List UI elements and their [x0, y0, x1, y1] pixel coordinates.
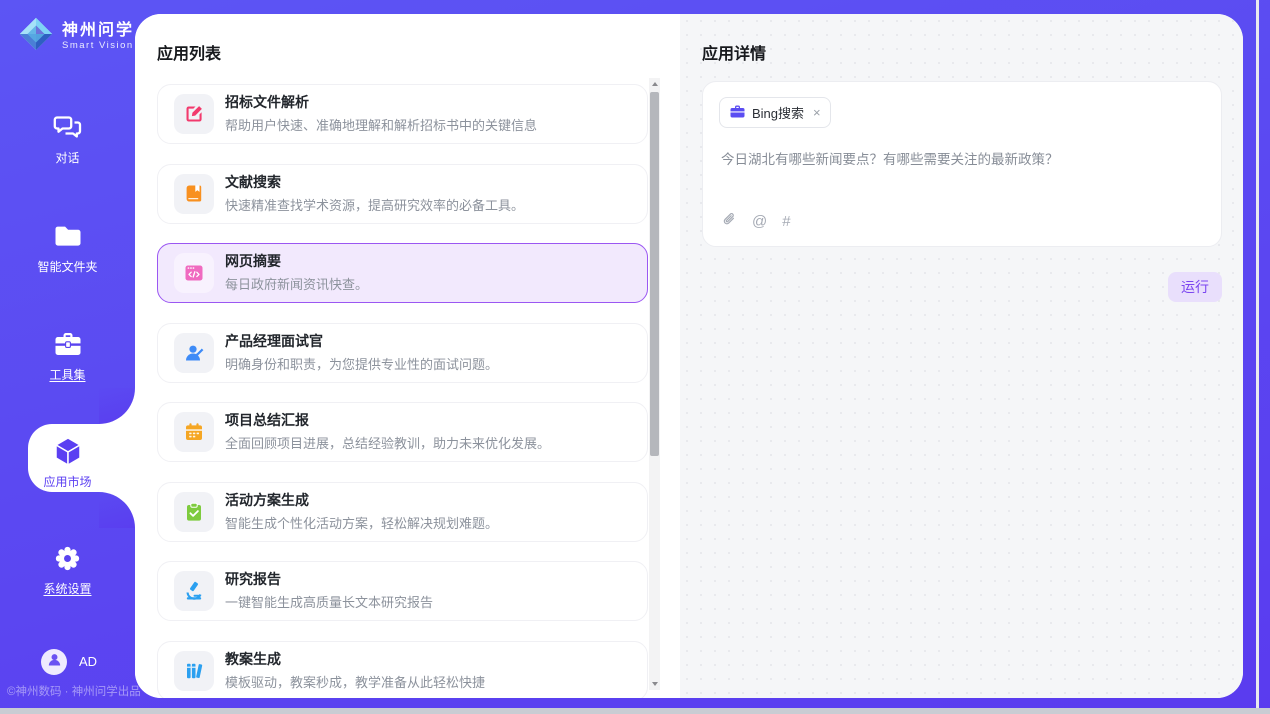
- chat-icon: [0, 112, 135, 142]
- logo-title: 神州问学: [62, 22, 134, 40]
- app-card-desc: 每日政府新闻资讯快查。: [225, 274, 368, 293]
- sidebar-item-label: 系统设置: [43, 580, 91, 597]
- tool-chip-label: Bing搜索: [752, 103, 804, 122]
- sidebar: 神州问学 Smart Vision 对话 智能文件夹: [0, 0, 135, 708]
- scrollbar-thumb[interactable]: [650, 92, 659, 456]
- app-card-title: 产品经理面试官: [225, 333, 498, 350]
- paperclip-icon[interactable]: [721, 211, 737, 233]
- app-list: 招标文件解析 帮助用户快速、准确地理解和解析招标书中的关键信息 文献搜索: [157, 84, 648, 698]
- sidebar-item-chat[interactable]: 对话: [0, 112, 135, 167]
- app-detail-title: 应用详情: [702, 40, 766, 64]
- book-icon: [174, 174, 214, 214]
- app-card-pm-interviewer[interactable]: 产品经理面试官 明确身份和职责，为您提供专业性的面试问题。: [157, 323, 648, 383]
- app-card-bid-analysis[interactable]: 招标文件解析 帮助用户快速、准确地理解和解析招标书中的关键信息: [157, 84, 648, 144]
- app-card-research-report[interactable]: 研究报告 一键智能生成高质量长文本研究报告: [157, 561, 648, 621]
- calendar-icon: [174, 412, 214, 452]
- scrollbar: [649, 78, 660, 690]
- app-logo: 神州问学 Smart Vision: [17, 15, 134, 58]
- app-card-project-summary[interactable]: 项目总结汇报 全面回顾项目进展，总结经验教训，助力未来优化发展。: [157, 402, 648, 462]
- app-card-title: 教案生成: [225, 651, 485, 668]
- app-detail-panel: 应用详情 Bing搜索 × 今日湖北有哪些新闻要点？有哪些需要关注的最新政策？: [680, 14, 1243, 698]
- app-card-title: 文献搜索: [225, 174, 524, 191]
- user-initials: AD: [79, 654, 97, 669]
- scrollbar-down-arrow[interactable]: [649, 677, 660, 690]
- sidebar-item-label: 智能文件夹: [37, 258, 97, 275]
- user-row: AD: [0, 648, 135, 678]
- app-card-title: 网页摘要: [225, 253, 368, 270]
- app-card-title: 招标文件解析: [225, 94, 537, 111]
- app-list-panel: 应用列表 招标文件解析 帮助用户快速、准确地理解和解析招标书中的关键信息: [135, 14, 680, 698]
- app-list-title: 应用列表: [157, 40, 221, 64]
- prompt-card: Bing搜索 × 今日湖北有哪些新闻要点？有哪些需要关注的最新政策？ @ #: [702, 81, 1222, 247]
- app-card-desc: 快速精准查找学术资源，提高研究效率的必备工具。: [225, 195, 524, 214]
- sidebar-item-label: 对话: [55, 149, 79, 166]
- app-card-desc: 智能生成个性化活动方案，轻松解决规划难题。: [225, 513, 498, 532]
- tool-chip-bing-search[interactable]: Bing搜索 ×: [719, 97, 831, 128]
- close-icon[interactable]: ×: [813, 105, 821, 120]
- app-card-desc: 模板驱动，教案秒成，教学准备从此轻松快捷: [225, 672, 485, 691]
- active-pill-curve-top: [99, 388, 135, 424]
- clipboard-check-icon: [174, 492, 214, 532]
- window-bottom-edge: [0, 708, 1270, 714]
- active-pill-curve-bottom: [99, 492, 135, 528]
- toolbox-icon: [0, 329, 135, 359]
- cube-icon: [0, 436, 135, 466]
- microscope-icon: [174, 571, 214, 611]
- scrollbar-up-arrow[interactable]: [649, 78, 660, 91]
- avatar[interactable]: [41, 649, 67, 675]
- app-card-desc: 一键智能生成高质量长文本研究报告: [225, 592, 433, 611]
- app-card-desc: 帮助用户快速、准确地理解和解析招标书中的关键信息: [225, 115, 537, 134]
- logo-subtitle: Smart Vision: [62, 40, 134, 52]
- mention-icon[interactable]: @: [752, 214, 767, 230]
- content-window: 应用列表 招标文件解析 帮助用户快速、准确地理解和解析招标书中的关键信息: [135, 14, 1243, 698]
- app-card-literature-search[interactable]: 文献搜索 快速精准查找学术资源，提高研究效率的必备工具。: [157, 164, 648, 224]
- avatar-icon: [46, 651, 63, 673]
- diamond-logo-icon: [17, 15, 55, 58]
- attach-toolbar: @ #: [721, 211, 791, 233]
- sidebar-item-app-market[interactable]: 应用市场: [0, 436, 135, 491]
- window-edge-gap: [1256, 0, 1259, 708]
- app-card-desc: 全面回顾项目进展，总结经验教训，助力未来优化发展。: [225, 433, 550, 452]
- gear-icon: [0, 543, 135, 573]
- app-card-desc: 明确身份和职责，为您提供专业性的面试问题。: [225, 354, 498, 373]
- hash-icon[interactable]: #: [782, 214, 790, 230]
- app-card-lesson-plan[interactable]: 教案生成 模板驱动，教案秒成，教学准备从此轻松快捷: [157, 641, 648, 699]
- app-card-web-summary[interactable]: 网页摘要 每日政府新闻资讯快查。: [157, 243, 648, 303]
- sidebar-item-toolset[interactable]: 工具集: [0, 329, 135, 384]
- folder-icon: [0, 221, 135, 251]
- books-icon: [174, 651, 214, 691]
- app-card-title: 活动方案生成: [225, 492, 498, 509]
- sidebar-item-settings[interactable]: 系统设置: [0, 543, 135, 598]
- interviewer-icon: [174, 333, 214, 373]
- sidebar-item-label: 工具集: [49, 366, 85, 383]
- app-card-title: 项目总结汇报: [225, 412, 550, 429]
- browser-icon: [174, 253, 214, 293]
- query-input[interactable]: 今日湖北有哪些新闻要点？有哪些需要关注的最新政策？: [721, 150, 1203, 169]
- briefcase-icon: [730, 105, 745, 121]
- app-card-event-plan[interactable]: 活动方案生成 智能生成个性化活动方案，轻松解决规划难题。: [157, 482, 648, 542]
- app-card-title: 研究报告: [225, 571, 433, 588]
- sidebar-item-label: 应用市场: [43, 473, 91, 490]
- sidebar-item-smart-folder[interactable]: 智能文件夹: [0, 221, 135, 276]
- edit-doc-icon: [174, 94, 214, 134]
- copyright-text: ©神州数码 · 神州问学出品: [7, 683, 142, 699]
- run-button[interactable]: 运行: [1168, 272, 1222, 302]
